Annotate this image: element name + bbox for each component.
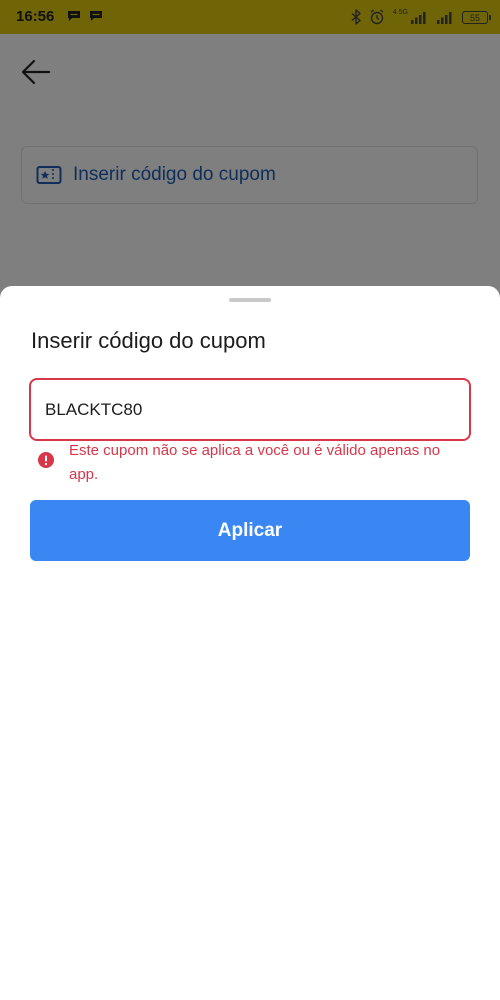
drag-handle[interactable] [229,298,271,302]
signal-icon [411,12,426,24]
bluetooth-icon [351,9,361,25]
message-icon [90,11,102,21]
sheet-title: Inserir código do cupom [31,328,266,353]
network-type-label: 4.5G [392,9,408,16]
signal-icon [437,12,452,24]
status-time: 16:56 [16,8,55,25]
coupon-bottom-sheet: Inserir código do cupom Este cupom não s… [0,286,500,1000]
error-message: Este cupom não se aplica a você ou é vál… [69,442,441,483]
message-icon [68,11,80,21]
status-bar: 16:56 4.5G 55 [0,0,500,34]
status-icons: 4.5G 55 [351,8,491,26]
battery-level: 55 [469,12,480,23]
error-icon [38,452,54,468]
battery-icon: 55 [462,10,491,24]
alarm-icon [370,9,384,25]
apply-button[interactable]: Aplicar [30,500,470,561]
coupon-code-input[interactable] [29,378,471,441]
